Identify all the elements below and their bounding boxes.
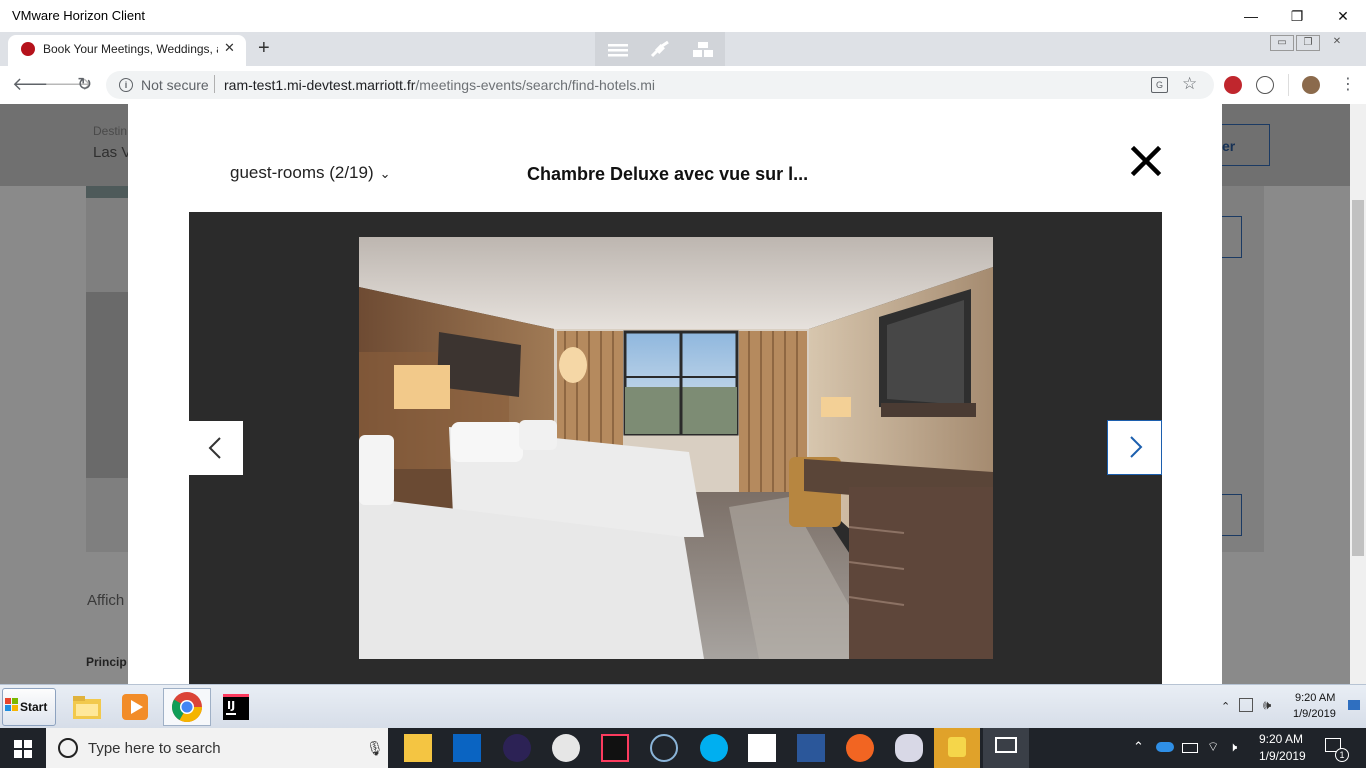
mute-icon[interactable]: 🕨	[1229, 739, 1237, 755]
host-tray-expand-icon[interactable]: ⌃	[1133, 739, 1144, 755]
scrollbar-thumb[interactable]	[1352, 200, 1364, 556]
vmware-horizon-icon	[995, 737, 1017, 753]
notification-badge: 1	[1335, 748, 1349, 762]
tray-expand-icon[interactable]: ⌃	[1221, 700, 1230, 713]
profile-avatar[interactable]	[1302, 76, 1320, 94]
url-separator	[214, 75, 215, 93]
inner-restore-button[interactable]: ❐	[1296, 35, 1320, 51]
wappalyzer-extension-icon[interactable]	[1256, 76, 1274, 94]
photos-icon[interactable]	[748, 734, 776, 762]
file-explorer-icon[interactable]	[70, 690, 104, 724]
eclipse-icon[interactable]	[503, 734, 531, 762]
tab-title: Book Your Meetings, Weddings, and	[43, 42, 218, 56]
menu-icon[interactable]	[606, 40, 630, 60]
translate-icon[interactable]: G	[1151, 77, 1168, 93]
results-count-text: Affich	[87, 592, 125, 609]
close-icon[interactable]	[1128, 143, 1164, 179]
security-label[interactable]: Not secure	[141, 77, 209, 93]
outlook-icon[interactable]	[453, 734, 481, 762]
url-text[interactable]: ram-test1.mi-devtest.marriott.fr/meeting…	[224, 77, 655, 93]
word-icon[interactable]	[797, 734, 825, 762]
host-chrome-icon[interactable]	[552, 734, 580, 762]
app-icon[interactable]	[846, 734, 874, 762]
destination-label: Destin	[93, 124, 128, 138]
close-window-button[interactable]: ✕	[1320, 4, 1366, 28]
chrome-icon[interactable]	[170, 690, 204, 724]
room-photo	[359, 237, 993, 659]
inner-close-button[interactable]: ✕	[1326, 35, 1348, 49]
tab-close-icon[interactable]: ✕	[224, 40, 235, 56]
wifi-icon[interactable]: ⌔	[1207, 739, 1219, 755]
gallery-category-label: guest-rooms (2/19)	[230, 163, 374, 182]
new-tab-button[interactable]: +	[258, 37, 270, 60]
show-desktop-icon[interactable]	[1348, 700, 1360, 710]
windows-start-icon[interactable]	[14, 740, 32, 758]
window-title: VMware Horizon Client	[12, 8, 145, 23]
svg-text:IJ: IJ	[227, 699, 235, 712]
url-host: ram-test1.mi-devtest.marriott.fr	[224, 77, 416, 93]
url-path: /meetings-events/search/find-hotels.mi	[415, 77, 656, 93]
host-file-explorer-icon[interactable]	[404, 734, 432, 762]
photo-title: Chambre Deluxe avec vue sur l...	[527, 164, 809, 184]
display-switch-icon[interactable]	[691, 40, 715, 60]
bookmark-star-icon[interactable]: ☆	[1182, 74, 1197, 94]
marriott-favicon-icon	[21, 42, 35, 56]
battery-icon[interactable]	[1182, 743, 1198, 753]
search-icon	[58, 738, 78, 758]
intellij-icon[interactable]: IJ	[219, 690, 253, 724]
skype-icon[interactable]	[700, 734, 728, 762]
volume-icon[interactable]: 🕪	[1263, 697, 1271, 713]
microphone-icon[interactable]: 🎙	[366, 740, 384, 757]
chevron-right-icon	[1130, 436, 1143, 458]
paint-icon[interactable]	[895, 734, 923, 762]
host-clock-time[interactable]: 9:20 AM	[1259, 732, 1303, 746]
seo-extension-icon[interactable]	[1224, 76, 1242, 94]
minimize-button[interactable]: —	[1228, 4, 1274, 28]
hotel-image	[86, 292, 128, 478]
onedrive-icon[interactable]	[1156, 742, 1174, 752]
info-icon[interactable]: i	[119, 78, 133, 92]
previous-photo-button[interactable]	[189, 421, 243, 475]
vm-clock-time[interactable]: 9:20 AM	[1295, 692, 1335, 704]
host-clock-date[interactable]: 1/9/2019	[1259, 749, 1306, 763]
hotel-image	[86, 186, 128, 198]
vm-clock-date[interactable]: 1/9/2019	[1293, 708, 1336, 720]
host-search-placeholder[interactable]: Type here to search	[88, 740, 221, 757]
network-icon[interactable]	[1239, 698, 1253, 712]
destination-value: Las V	[93, 144, 132, 161]
next-photo-button[interactable]	[1107, 420, 1162, 475]
reload-button[interactable]: ↻	[77, 74, 92, 95]
chevron-left-icon	[208, 437, 221, 459]
inner-minimize-button[interactable]: ▭	[1270, 35, 1294, 51]
gallery-category-dropdown[interactable]: guest-rooms (2/19) ⌄	[230, 163, 391, 183]
section-heading: Princip	[86, 655, 127, 669]
windows-flag-icon	[5, 698, 18, 711]
toolbar-divider	[1288, 74, 1289, 96]
start-label: Start	[20, 700, 48, 714]
cortana-icon[interactable]	[650, 734, 678, 762]
disconnect-icon[interactable]	[648, 40, 672, 60]
kebab-menu-icon[interactable]: ⋮	[1340, 74, 1356, 94]
host-intellij-icon[interactable]	[601, 734, 629, 762]
chevron-down-icon: ⌄	[379, 166, 391, 181]
lock-icon	[948, 737, 966, 757]
search-button-label: er	[1222, 138, 1236, 154]
vmware-titlebar	[0, 0, 1366, 32]
media-player-icon[interactable]	[118, 690, 152, 724]
restore-button[interactable]: ❐	[1274, 4, 1320, 28]
